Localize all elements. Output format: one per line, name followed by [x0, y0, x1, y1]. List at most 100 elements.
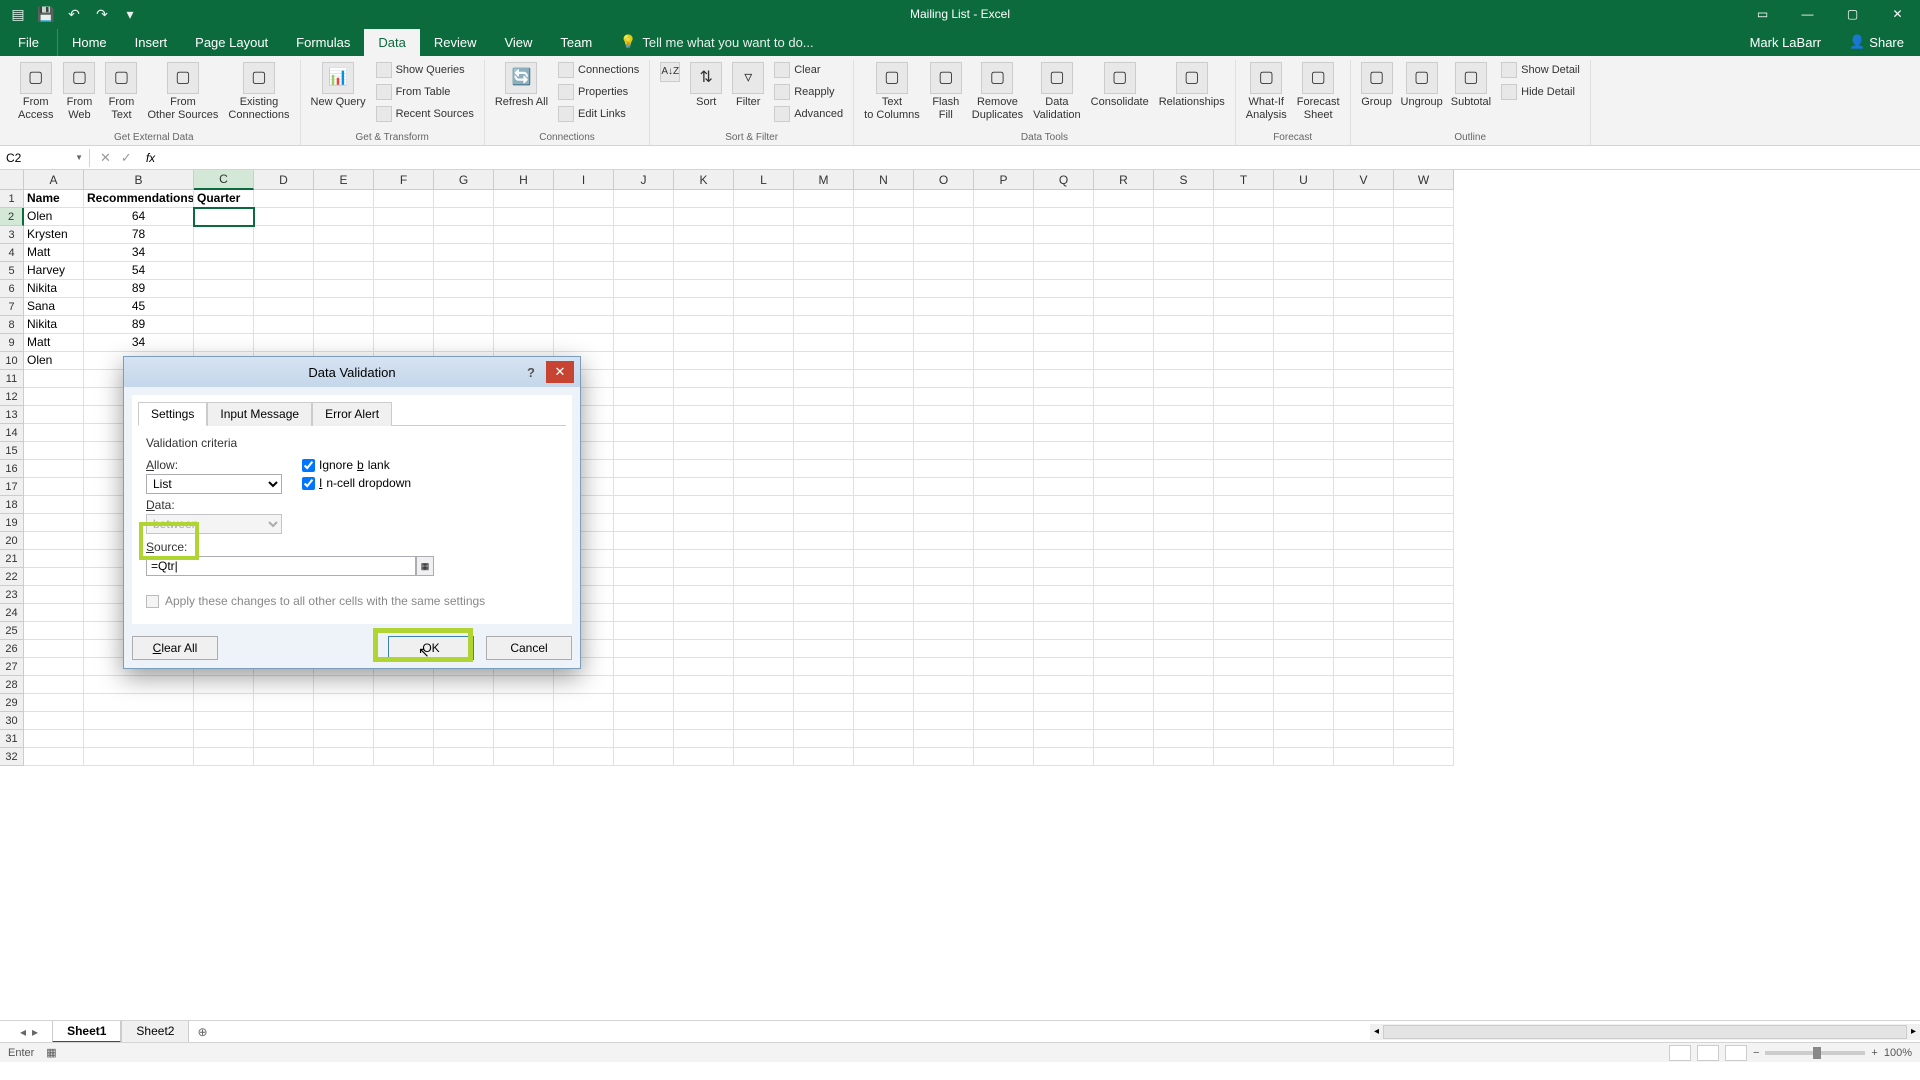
recent-sources-button[interactable]: Recent Sources	[372, 104, 478, 124]
cell-Q3[interactable]	[1034, 226, 1094, 244]
cell-C4[interactable]	[194, 244, 254, 262]
cell-L14[interactable]	[734, 424, 794, 442]
cell-I31[interactable]	[554, 730, 614, 748]
cell-D29[interactable]	[254, 694, 314, 712]
row-header-1[interactable]: 1	[0, 190, 24, 208]
cell-T23[interactable]	[1214, 586, 1274, 604]
cell-Q25[interactable]	[1034, 622, 1094, 640]
cell-J4[interactable]	[614, 244, 674, 262]
cell-K13[interactable]	[674, 406, 734, 424]
cell-T13[interactable]	[1214, 406, 1274, 424]
cell-K16[interactable]	[674, 460, 734, 478]
cell-Q1[interactable]	[1034, 190, 1094, 208]
cell-P4[interactable]	[974, 244, 1034, 262]
cell-J8[interactable]	[614, 316, 674, 334]
cell-L20[interactable]	[734, 532, 794, 550]
remove-duplicates-button[interactable]: ▢RemoveDuplicates	[968, 60, 1027, 124]
cell-V29[interactable]	[1334, 694, 1394, 712]
file-tab[interactable]: File	[0, 29, 58, 56]
cell-O22[interactable]	[914, 568, 974, 586]
cell-W15[interactable]	[1394, 442, 1454, 460]
cell-O29[interactable]	[914, 694, 974, 712]
cell-V25[interactable]	[1334, 622, 1394, 640]
cell-P11[interactable]	[974, 370, 1034, 388]
cell-V15[interactable]	[1334, 442, 1394, 460]
cell-A2[interactable]: Olen	[24, 208, 84, 226]
cell-B1[interactable]: Recommendations	[84, 190, 194, 208]
cell-R19[interactable]	[1094, 514, 1154, 532]
cell-G4[interactable]	[434, 244, 494, 262]
cell-L24[interactable]	[734, 604, 794, 622]
cell-S6[interactable]	[1154, 280, 1214, 298]
cell-U20[interactable]	[1274, 532, 1334, 550]
row-header-10[interactable]: 10	[0, 352, 24, 370]
cell-A21[interactable]	[24, 550, 84, 568]
cell-V32[interactable]	[1334, 748, 1394, 766]
cell-L28[interactable]	[734, 676, 794, 694]
cell-C3[interactable]	[194, 226, 254, 244]
cell-I2[interactable]	[554, 208, 614, 226]
cell-M14[interactable]	[794, 424, 854, 442]
cell-J29[interactable]	[614, 694, 674, 712]
cell-R22[interactable]	[1094, 568, 1154, 586]
row-header-8[interactable]: 8	[0, 316, 24, 334]
cell-W6[interactable]	[1394, 280, 1454, 298]
cell-K7[interactable]	[674, 298, 734, 316]
cell-Q8[interactable]	[1034, 316, 1094, 334]
cell-J14[interactable]	[614, 424, 674, 442]
col-header-S[interactable]: S	[1154, 170, 1214, 190]
cell-J11[interactable]	[614, 370, 674, 388]
cell-T30[interactable]	[1214, 712, 1274, 730]
cell-M9[interactable]	[794, 334, 854, 352]
cell-H2[interactable]	[494, 208, 554, 226]
cell-A7[interactable]: Sana	[24, 298, 84, 316]
cell-J32[interactable]	[614, 748, 674, 766]
cell-N21[interactable]	[854, 550, 914, 568]
cell-V13[interactable]	[1334, 406, 1394, 424]
cell-S30[interactable]	[1154, 712, 1214, 730]
cell-C8[interactable]	[194, 316, 254, 334]
cell-S22[interactable]	[1154, 568, 1214, 586]
new-query-button[interactable]: 📊New Query	[307, 60, 370, 111]
col-header-E[interactable]: E	[314, 170, 374, 190]
cell-A14[interactable]	[24, 424, 84, 442]
sheet-tab-sheet2[interactable]: Sheet2	[121, 1021, 189, 1043]
cell-I5[interactable]	[554, 262, 614, 280]
cell-U5[interactable]	[1274, 262, 1334, 280]
cell-L16[interactable]	[734, 460, 794, 478]
cell-M12[interactable]	[794, 388, 854, 406]
cell-K21[interactable]	[674, 550, 734, 568]
cell-J22[interactable]	[614, 568, 674, 586]
cell-Q11[interactable]	[1034, 370, 1094, 388]
cell-W4[interactable]	[1394, 244, 1454, 262]
cell-H7[interactable]	[494, 298, 554, 316]
cell-J19[interactable]	[614, 514, 674, 532]
ribbon-options-icon[interactable]: ▭	[1740, 0, 1785, 28]
cell-S13[interactable]	[1154, 406, 1214, 424]
cell-M21[interactable]	[794, 550, 854, 568]
cell-U18[interactable]	[1274, 496, 1334, 514]
cell-P3[interactable]	[974, 226, 1034, 244]
cell-L22[interactable]	[734, 568, 794, 586]
tab-page-layout[interactable]: Page Layout	[181, 29, 282, 56]
row-header-31[interactable]: 31	[0, 730, 24, 748]
cell-Q24[interactable]	[1034, 604, 1094, 622]
cell-L25[interactable]	[734, 622, 794, 640]
cell-V10[interactable]	[1334, 352, 1394, 370]
tab-review[interactable]: Review	[420, 29, 491, 56]
cell-V9[interactable]	[1334, 334, 1394, 352]
cell-O6[interactable]	[914, 280, 974, 298]
cell-P8[interactable]	[974, 316, 1034, 334]
cell-B29[interactable]	[84, 694, 194, 712]
cell-K31[interactable]	[674, 730, 734, 748]
cell-G32[interactable]	[434, 748, 494, 766]
cell-L6[interactable]	[734, 280, 794, 298]
col-header-M[interactable]: M	[794, 170, 854, 190]
cell-G6[interactable]	[434, 280, 494, 298]
cell-M32[interactable]	[794, 748, 854, 766]
cell-Q27[interactable]	[1034, 658, 1094, 676]
cell-K15[interactable]	[674, 442, 734, 460]
cell-U14[interactable]	[1274, 424, 1334, 442]
cell-N29[interactable]	[854, 694, 914, 712]
cell-W5[interactable]	[1394, 262, 1454, 280]
